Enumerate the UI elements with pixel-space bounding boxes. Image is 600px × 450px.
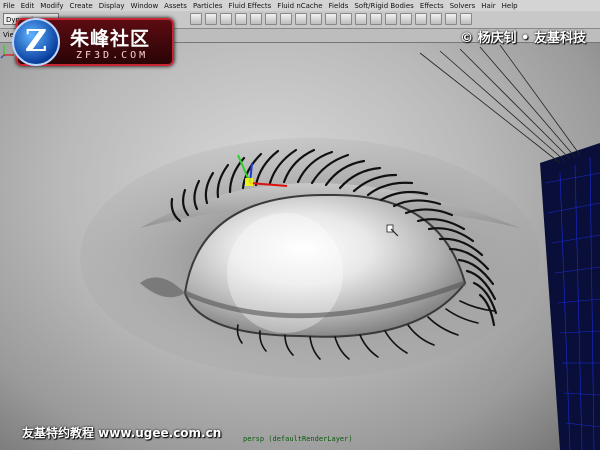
site-logo: Z 朱峰社区 ZF3D.COM xyxy=(12,18,174,66)
snap-plane-icon[interactable] xyxy=(385,13,397,25)
menu-display[interactable]: Display xyxy=(99,2,125,10)
hypershade-icon[interactable] xyxy=(460,13,472,25)
menu-solvers[interactable]: Solvers xyxy=(450,2,476,10)
camera-label: persp (defaultRenderLayer) xyxy=(243,435,353,443)
render-icon[interactable] xyxy=(415,13,427,25)
menu-modify[interactable]: Modify xyxy=(40,2,63,10)
rotate-tool-icon[interactable] xyxy=(250,13,262,25)
lock-icon[interactable] xyxy=(310,13,322,25)
menu-file[interactable]: File xyxy=(3,2,15,10)
menu-assets[interactable]: Assets xyxy=(164,2,187,10)
render-settings-icon[interactable] xyxy=(445,13,457,25)
menu-bar: File Edit Modify Create Display Window Assets P… xyxy=(0,0,600,11)
copyright-watermark: © 杨庆钊 • 友基科技 xyxy=(460,31,586,46)
perspective-viewport[interactable]: persp (defaultRenderLayer) xyxy=(0,43,600,450)
menu-fluid-ncache[interactable]: Fluid nCache xyxy=(277,2,322,10)
menu-edit[interactable]: Edit xyxy=(21,2,35,10)
menu-window[interactable]: Window xyxy=(131,2,159,10)
snap-point-icon[interactable] xyxy=(370,13,382,25)
eye-model xyxy=(80,44,600,450)
logo-title: 朱峰社区 xyxy=(70,28,151,50)
snap-curve-icon[interactable] xyxy=(355,13,367,25)
select-tool-icon[interactable] xyxy=(190,13,202,25)
snap-grid-icon[interactable] xyxy=(340,13,352,25)
magnet-icon[interactable] xyxy=(325,13,337,25)
menu-particles[interactable]: Particles xyxy=(193,2,223,10)
paint-select-icon[interactable] xyxy=(220,13,232,25)
history-icon[interactable] xyxy=(400,13,412,25)
brow-wireframe xyxy=(419,44,581,164)
scale-tool-icon[interactable] xyxy=(265,13,277,25)
menu-fluid-effects[interactable]: Fluid Effects xyxy=(228,2,271,10)
logo-subtitle: ZF3D.COM xyxy=(76,50,149,61)
ipr-render-icon[interactable] xyxy=(430,13,442,25)
move-tool-icon[interactable] xyxy=(235,13,247,25)
menu-help[interactable]: Help xyxy=(502,2,518,10)
logo-badge: Z xyxy=(12,18,60,66)
footer-credit: 友基特约教程 www.ugee.com.cn xyxy=(22,426,222,440)
menu-fields[interactable]: Fields xyxy=(329,2,349,10)
menu-create[interactable]: Create xyxy=(69,2,92,10)
menu-hair[interactable]: Hair xyxy=(481,2,495,10)
menu-soft-rigid-bodies[interactable]: Soft/Rigid Bodies xyxy=(354,2,413,10)
menu-effects[interactable]: Effects xyxy=(420,2,444,10)
manipulator-icon[interactable] xyxy=(280,13,292,25)
hair-mesh xyxy=(540,143,600,450)
help-icon[interactable] xyxy=(295,13,307,25)
lasso-tool-icon[interactable] xyxy=(205,13,217,25)
